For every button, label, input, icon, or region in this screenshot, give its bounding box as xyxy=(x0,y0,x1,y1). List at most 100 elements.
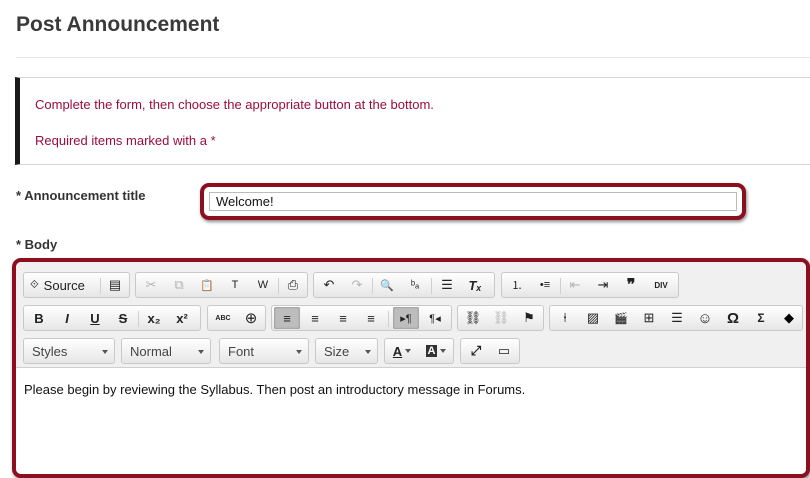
spellcheck-button[interactable]: ABC xyxy=(210,307,236,329)
math-button[interactable]: Σ xyxy=(748,307,774,329)
background-color-button[interactable]: A xyxy=(421,340,451,362)
page-title: Post Announcement xyxy=(16,13,220,36)
basic-styles-group: B I U S x₂ x² xyxy=(23,305,201,331)
insert-table-button[interactable]: ⊞ xyxy=(636,307,662,329)
format-dropdown-label: Normal xyxy=(130,344,172,359)
superscript-button[interactable]: x² xyxy=(169,307,195,329)
ltr-icon: ▸¶ xyxy=(400,312,412,325)
anchor-button[interactable]: ⚑ xyxy=(516,307,542,329)
unlink-icon: ⛓ xyxy=(492,310,510,325)
paste-word-icon: W xyxy=(257,279,269,291)
replace-button[interactable]: ᵇₐ xyxy=(402,274,428,296)
outdent-icon: ⇤ xyxy=(569,277,581,292)
smiley-button[interactable]: ☺ xyxy=(692,307,718,329)
text-color-icon: A xyxy=(392,343,403,359)
insert-video-button[interactable]: 🎬 xyxy=(608,307,634,329)
find-button[interactable]: 🔍 xyxy=(374,274,400,296)
redo-button[interactable]: ↷ xyxy=(344,274,370,296)
chevron-down-icon xyxy=(296,350,302,354)
indent-button[interactable]: ⇥ xyxy=(590,274,616,296)
paste-word-button[interactable]: W xyxy=(250,274,276,296)
paragraph-group: ⒈ •≡ ⇤ ⇥ ❞ DIV xyxy=(501,272,679,298)
align-left-button[interactable]: ≡ xyxy=(274,307,300,329)
undo-button[interactable]: ↶ xyxy=(316,274,342,296)
text-color-button[interactable]: A xyxy=(387,340,417,362)
separator xyxy=(278,278,279,294)
video-icon: 🎬 xyxy=(614,312,628,325)
title-divider xyxy=(16,57,810,58)
unlink-button[interactable]: ⛓ xyxy=(488,307,514,329)
insert-group: ⍿ ▨ 🎬 ⊞ ☰ ☺ Ω Σ ◆ xyxy=(549,305,803,331)
separator xyxy=(560,278,561,294)
create-div-button[interactable]: DIV xyxy=(648,274,674,296)
copy-icon: ⧉ xyxy=(174,277,184,292)
source-button[interactable]: ⟐ Source xyxy=(26,274,89,296)
align-right-button[interactable]: ≡ xyxy=(330,307,356,329)
flash-button[interactable]: ◆ xyxy=(776,307,802,329)
announcement-title-input[interactable] xyxy=(209,192,737,211)
align-center-button[interactable]: ≡ xyxy=(302,307,328,329)
outdent-button[interactable]: ⇤ xyxy=(562,274,588,296)
numbered-list-icon: ⒈ xyxy=(511,280,523,292)
align-left-icon: ≡ xyxy=(283,310,291,326)
font-dropdown[interactable]: Font xyxy=(219,338,309,364)
insert-image-button[interactable]: ▨ xyxy=(580,307,606,329)
editing-group: ↶ ↷ 🔍 ᵇₐ ☰ Tₓ xyxy=(313,272,495,298)
editor-content-area[interactable]: Please begin by reviewing the Syllabus. … xyxy=(16,368,806,474)
strikethrough-button[interactable]: S xyxy=(110,307,136,329)
paste-text-button[interactable]: T xyxy=(222,274,248,296)
omega-icon: Ω xyxy=(726,309,740,327)
remove-format-button[interactable]: Tₓ xyxy=(462,274,488,296)
underline-button[interactable]: U xyxy=(82,307,108,329)
chevron-down-icon xyxy=(102,350,108,354)
paste-button[interactable]: 📋 xyxy=(194,274,220,296)
styles-dropdown-label: Styles xyxy=(32,344,68,359)
create-div-icon: DIV xyxy=(654,280,668,290)
blockquote-button[interactable]: ❞ xyxy=(618,274,644,296)
format-dropdown[interactable]: Normal xyxy=(121,338,211,364)
print-button[interactable]: ⎙ xyxy=(280,274,306,296)
rtl-icon: ¶◂ xyxy=(429,312,441,325)
bulleted-list-button[interactable]: •≡ xyxy=(532,274,558,296)
bold-label: B xyxy=(34,310,44,326)
size-dropdown[interactable]: Size xyxy=(315,338,378,364)
new-page-button[interactable]: ▤ xyxy=(102,274,128,296)
subscript-button[interactable]: x₂ xyxy=(141,307,167,329)
links-group: ⛓ ⛓ ⚑ xyxy=(457,305,544,331)
body-label: * Body xyxy=(16,237,58,252)
show-blocks-button[interactable]: ▭ xyxy=(491,340,517,362)
templates-icon: ☰ xyxy=(441,277,453,292)
link-button[interactable]: ⛓ xyxy=(460,307,486,329)
chevron-down-icon xyxy=(365,350,371,354)
justify-button[interactable]: ≡ xyxy=(358,307,384,329)
maximize-button[interactable]: ⤢ xyxy=(463,340,489,362)
separator xyxy=(388,311,389,327)
title-highlight-box xyxy=(200,183,746,220)
copy-button[interactable]: ⧉ xyxy=(166,274,192,296)
find-icon: 🔍 xyxy=(380,279,394,292)
insert-ruler-button[interactable]: ⍿ xyxy=(552,307,578,329)
text-direction-rtl-button[interactable]: ¶◂ xyxy=(422,307,448,329)
cut-button[interactable]: ✂ xyxy=(138,274,164,296)
align-right-icon: ≡ xyxy=(339,310,347,326)
chevron-down-icon xyxy=(405,349,412,353)
show-blocks-icon: ▭ xyxy=(497,343,511,358)
new-page-icon: ▤ xyxy=(108,277,122,292)
text-direction-ltr-button[interactable]: ▸¶ xyxy=(393,307,419,329)
special-character-button[interactable]: Ω xyxy=(720,307,746,329)
smiley-icon: ☺ xyxy=(697,309,713,327)
rich-text-editor: ⟐ Source ▤ ✂ ⧉ 📋 T W ⎙ ↶ ↷ 🔍 ᵇₐ ☰ Tₓ ⒈ •… xyxy=(12,258,810,478)
horizontal-line-button[interactable]: ☰ xyxy=(664,307,690,329)
ruler-icon: ⍿ xyxy=(563,310,567,325)
bold-button[interactable]: B xyxy=(26,307,52,329)
accessibility-checker-button[interactable]: ⊕ xyxy=(238,307,264,329)
source-icon: ⟐ xyxy=(30,278,39,291)
remove-format-icon: Tₓ xyxy=(468,277,482,293)
italic-button[interactable]: I xyxy=(54,307,80,329)
clipboard-group: ✂ ⧉ 📋 T W ⎙ xyxy=(135,272,308,298)
size-dropdown-label: Size xyxy=(324,344,350,359)
instructions-panel: Complete the form, then choose the appro… xyxy=(15,77,810,165)
numbered-list-button[interactable]: ⒈ xyxy=(504,274,530,296)
templates-button[interactable]: ☰ xyxy=(434,274,460,296)
styles-dropdown[interactable]: Styles xyxy=(23,338,115,364)
